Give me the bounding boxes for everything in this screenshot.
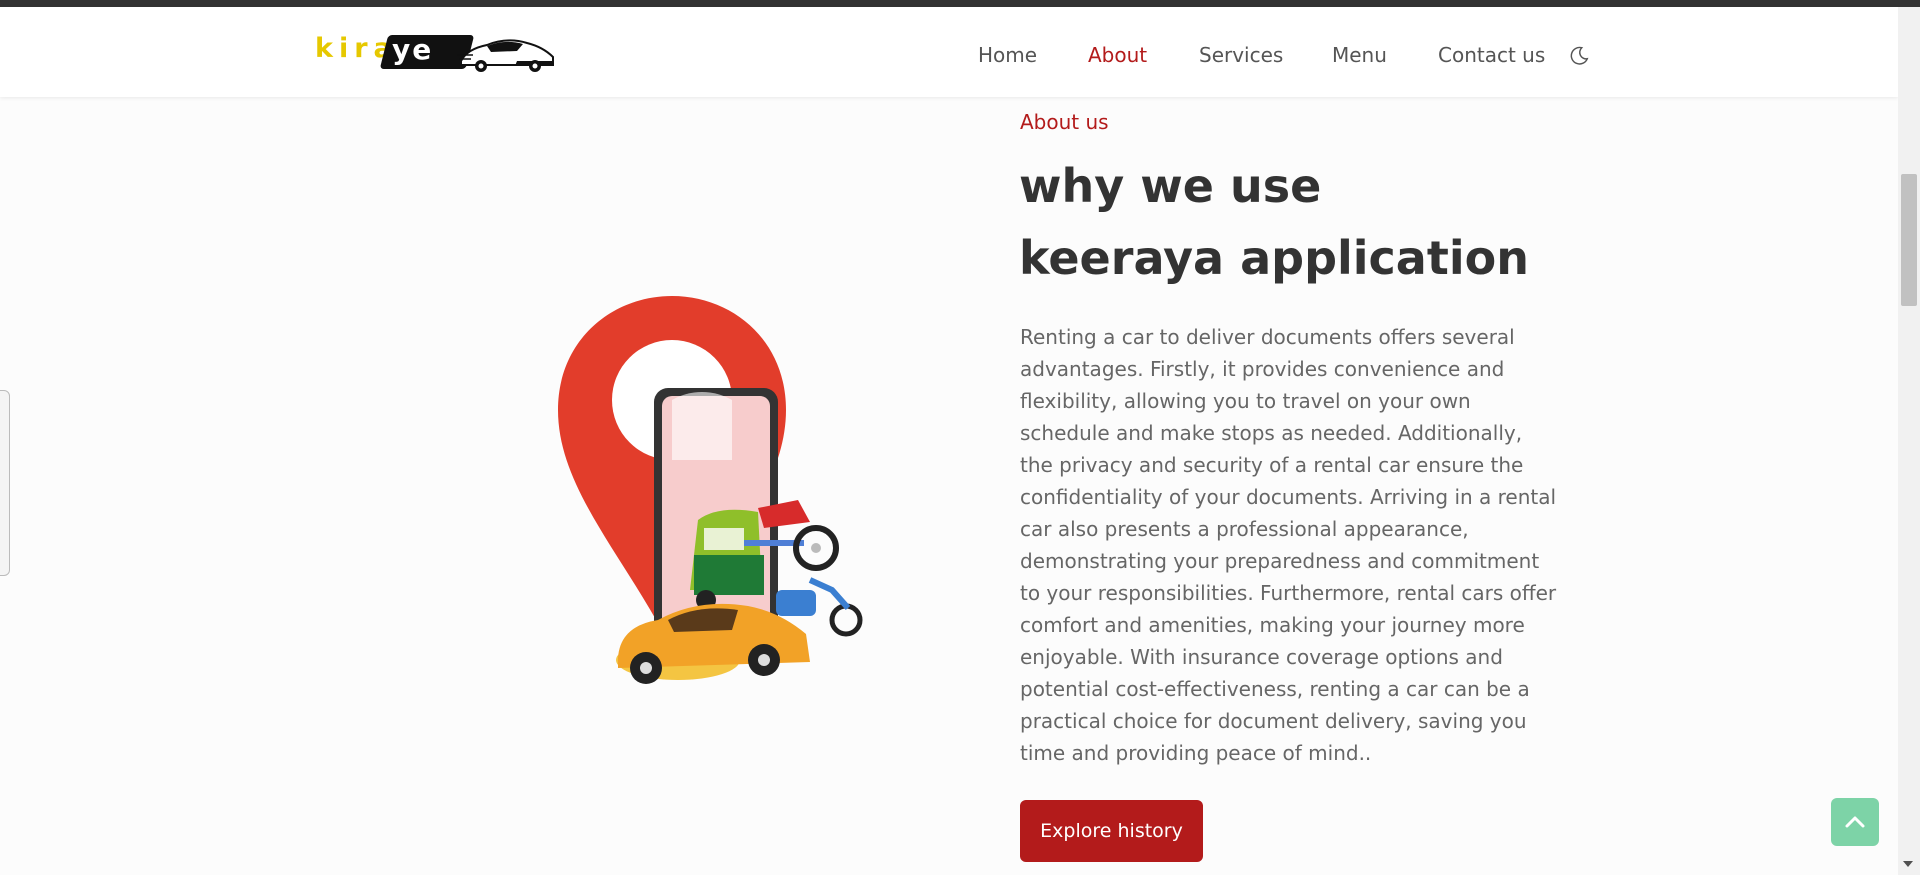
navbar: kira ye Home About Services Menu Contact…	[0, 7, 1898, 97]
nav-link-services[interactable]: Services	[1199, 43, 1283, 67]
brand-logo[interactable]: kira ye	[312, 27, 557, 77]
location-pin-vehicles-illustration	[558, 296, 863, 684]
page-scrollbar[interactable]	[1898, 7, 1920, 875]
scrollbar-thumb[interactable]	[1901, 174, 1917, 306]
section-body-text: Renting a car to deliver documents offer…	[1020, 325, 1557, 765]
chevron-up-icon	[1845, 816, 1865, 828]
car-logo-icon	[457, 39, 554, 72]
side-drawer-handle[interactable]	[0, 390, 10, 576]
scroll-down-arrow-icon[interactable]	[1903, 861, 1913, 867]
nav-link-menu[interactable]: Menu	[1332, 43, 1387, 67]
nav-link-contact[interactable]: Contact us	[1438, 43, 1545, 67]
explore-history-button[interactable]: Explore history	[1020, 800, 1203, 862]
browser-top-line	[0, 0, 1920, 7]
nav-link-home[interactable]: Home	[978, 43, 1037, 67]
logo-badge-text: ye	[392, 33, 434, 66]
section-label: About us	[1020, 110, 1109, 134]
section-heading: why we use keeraya application	[1019, 150, 1579, 294]
heading-line-2: keeraya application	[1019, 231, 1529, 285]
moon-icon[interactable]	[1568, 45, 1590, 67]
back-to-top-button[interactable]	[1831, 798, 1879, 846]
heading-line-1: why we use	[1019, 159, 1322, 213]
nav-link-about[interactable]: About	[1088, 43, 1147, 67]
